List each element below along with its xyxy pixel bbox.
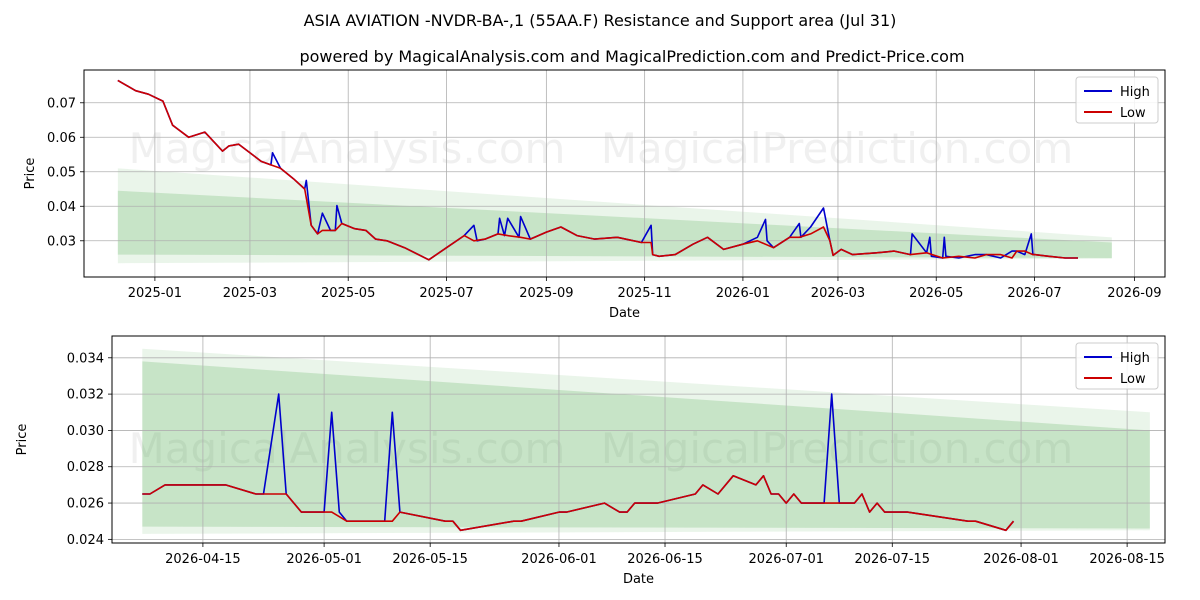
y-axis-label: Price: [23, 158, 38, 190]
x-tick-label: 2026-03: [811, 286, 865, 301]
y-tick-label: 0.034: [67, 351, 104, 366]
watermark-text: MagicalAnalysis.com: [129, 124, 566, 173]
x-tick-label: 2026-05-15: [392, 552, 468, 567]
x-tick-label: 2026-07: [1007, 286, 1061, 301]
x-axis-label: Date: [609, 306, 640, 321]
legend: High Low: [1075, 342, 1159, 390]
x-tick-label: 2026-07-01: [748, 552, 824, 567]
chart-canvas: ASIA AVIATION -NVDR-BA-,1 (55AA.F) Resis…: [15, 11, 1166, 587]
x-tick-label: 2026-06-15: [627, 552, 703, 567]
x-tick-label: 2026-01: [716, 286, 770, 301]
watermark-text: MagicalPrediction.com: [601, 124, 1074, 173]
y-tick-label: 0.030: [67, 424, 104, 439]
legend: High Low: [1075, 76, 1159, 124]
y-tick-label: 0.03: [47, 234, 76, 249]
legend-label-low: Low: [1120, 106, 1146, 121]
chart-panel-2: MagicalAnalysis.com MagicalPrediction.com…: [15, 335, 1166, 587]
legend-label-high: High: [1120, 351, 1150, 366]
y-axis-label: Price: [15, 424, 30, 456]
y-tick-label: 0.06: [47, 131, 76, 146]
legend-box: [1075, 76, 1159, 124]
x-tick-label: 2026-09: [1107, 286, 1161, 301]
y-tick-label: 0.026: [67, 497, 104, 512]
chart-figure: ASIA AVIATION -NVDR-BA-,1 (55AA.F) Resis…: [0, 0, 1200, 600]
support-resistance-band: [117, 190, 1112, 259]
x-tick-label: 2026-04-15: [165, 552, 241, 567]
chart-subtitle: powered by MagicalAnalysis.com and Magic…: [299, 47, 964, 66]
x-tick-label: 2025-01: [128, 286, 182, 301]
y-tick-label: 0.028: [67, 460, 104, 475]
chart-panel-1: MagicalAnalysis.com MagicalPrediction.com…: [23, 69, 1166, 321]
y-tick-label: 0.024: [67, 533, 104, 548]
x-tick-label: 2026-05-01: [286, 552, 362, 567]
x-tick-label: 2025-09: [519, 286, 573, 301]
legend-box: [1075, 342, 1159, 390]
x-tick-label: 2026-07-15: [854, 552, 930, 567]
legend-label-high: High: [1120, 85, 1150, 100]
legend-label-low: Low: [1120, 372, 1146, 387]
x-tick-label: 2025-05: [321, 286, 375, 301]
x-tick-label: 2025-07: [419, 286, 473, 301]
y-tick-label: 0.05: [47, 165, 76, 180]
x-tick-label: 2025-11: [617, 286, 671, 301]
x-tick-label: 2026-08-15: [1089, 552, 1165, 567]
y-tick-label: 0.04: [47, 200, 76, 215]
x-axis-label: Date: [623, 572, 654, 587]
y-tick-label: 0.07: [47, 96, 76, 111]
x-tick-label: 2026-05: [909, 286, 963, 301]
x-tick-label: 2025-03: [223, 286, 277, 301]
x-tick-label: 2026-06-01: [521, 552, 597, 567]
x-tick-label: 2026-08-01: [983, 552, 1059, 567]
y-tick-label: 0.032: [67, 388, 104, 403]
chart-title: ASIA AVIATION -NVDR-BA-,1 (55AA.F) Resis…: [304, 11, 897, 30]
